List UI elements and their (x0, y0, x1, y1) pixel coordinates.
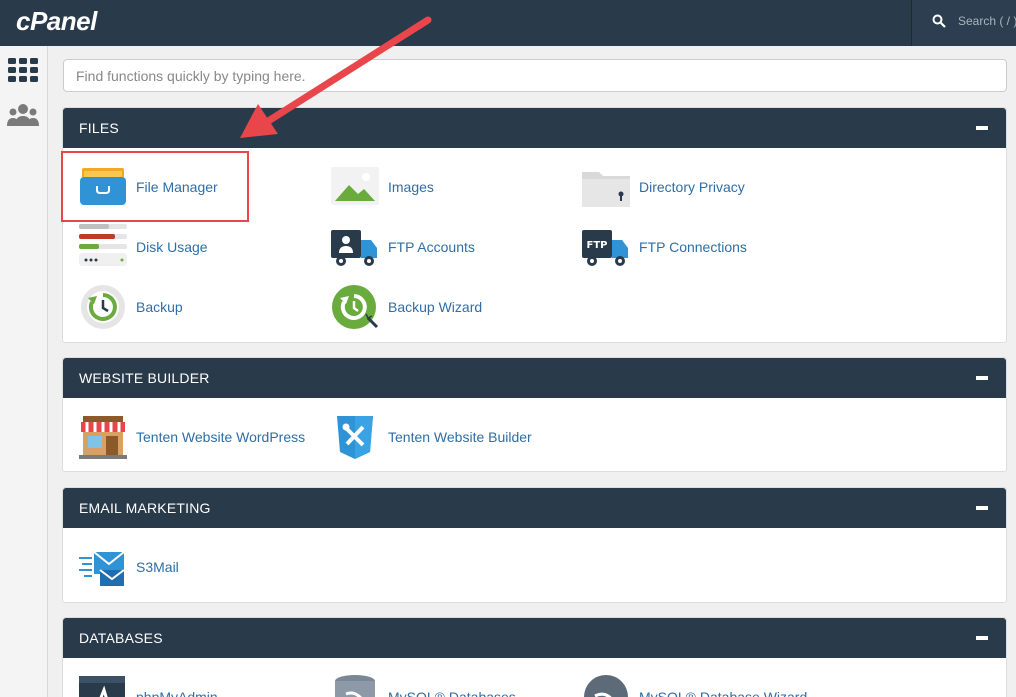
disk-usage-link[interactable]: Disk Usage (78, 223, 278, 273)
tenten-wordpress-link[interactable]: Tenten Website WordPress (78, 413, 328, 463)
directory-privacy-icon (582, 172, 630, 207)
header-search[interactable]: Search ( / ) (911, 0, 1016, 46)
backup-label: Backup (136, 299, 183, 315)
backup-link[interactable]: Backup (78, 283, 278, 333)
images-link[interactable]: Images (330, 163, 530, 213)
images-label: Images (388, 179, 434, 195)
svg-text:FTP: FTP (587, 240, 608, 251)
files-panel: FILES File Manager Images Directory Priv… (62, 107, 1007, 343)
phpmyadmin-label: phpMyAdmin (136, 689, 218, 697)
phpmyadmin-icon (79, 676, 125, 697)
ftp-accounts-label: FTP Accounts (388, 239, 475, 255)
s3mail-label: S3Mail (136, 559, 179, 575)
ftp-connections-icon: FTP (582, 230, 628, 266)
disk-usage-label: Disk Usage (136, 239, 208, 255)
grid-icon[interactable] (6, 54, 40, 88)
mysql-wizard-icon (584, 675, 628, 697)
main-content: FILES File Manager (48, 46, 1016, 697)
cpanel-logo[interactable]: cPanel (16, 6, 97, 37)
tools-shield-icon (337, 416, 373, 459)
ftp-accounts-icon (331, 230, 377, 266)
backup-wizard-link[interactable]: Backup Wizard (330, 283, 530, 333)
mail-icon (79, 551, 125, 586)
backup-wizard-label: Backup Wizard (388, 299, 483, 315)
tenten-wordpress-label: Tenten Website WordPress (136, 429, 306, 445)
search-icon (932, 14, 946, 28)
collapse-icon[interactable] (976, 636, 988, 640)
panel-title: FILES (79, 120, 119, 136)
collapse-icon[interactable] (976, 506, 988, 510)
top-bar: cPanel Search ( / ) (0, 0, 1016, 46)
collapse-icon[interactable] (976, 376, 988, 380)
s3mail-link[interactable]: S3Mail (78, 543, 278, 593)
mysql-wizard-link[interactable]: MySQL® Database Wizard (581, 673, 831, 697)
email-marketing-panel-header[interactable]: EMAIL MARKETING (63, 488, 1006, 528)
mysql-databases-link[interactable]: MySQL® Databases (330, 673, 550, 697)
email-marketing-panel: EMAIL MARKETING S3Mail (62, 487, 1007, 603)
disk-usage-icon (79, 224, 127, 266)
mysql-wizard-label: MySQL® Database Wizard (639, 689, 808, 697)
website-builder-panel: WEBSITE BUILDER Tenten Website WordPress (62, 357, 1007, 472)
annotation-highlight-box (61, 151, 249, 222)
ftp-connections-label: FTP Connections (639, 239, 747, 255)
website-builder-panel-header[interactable]: WEBSITE BUILDER (63, 358, 1006, 398)
panel-title: DATABASES (79, 630, 163, 646)
header-search-placeholder: Search ( / ) (958, 14, 1016, 28)
mysql-databases-label: MySQL® Databases (388, 689, 516, 697)
databases-panel-header[interactable]: DATABASES (63, 618, 1006, 658)
panel-title: EMAIL MARKETING (79, 500, 211, 516)
users-icon[interactable] (6, 100, 40, 134)
databases-panel: DATABASES phpMyAdmin MySQL® Databases My… (62, 617, 1007, 697)
directory-privacy-label: Directory Privacy (639, 179, 745, 195)
mysql-databases-icon (335, 675, 375, 697)
collapse-icon[interactable] (976, 126, 988, 130)
files-panel-header[interactable]: FILES (63, 108, 1006, 148)
storefront-icon (79, 416, 127, 459)
backup-wizard-icon (332, 285, 379, 329)
ftp-accounts-link[interactable]: FTP Accounts (330, 223, 530, 273)
backup-icon (81, 285, 125, 329)
sidebar (0, 46, 48, 697)
images-icon (331, 167, 379, 205)
directory-privacy-link[interactable]: Directory Privacy (581, 163, 781, 213)
tenten-builder-link[interactable]: Tenten Website Builder (330, 413, 580, 463)
quick-search-input[interactable] (63, 59, 1007, 92)
panel-title: WEBSITE BUILDER (79, 370, 210, 386)
phpmyadmin-link[interactable]: phpMyAdmin (78, 673, 278, 697)
tenten-builder-label: Tenten Website Builder (388, 429, 532, 445)
ftp-connections-link[interactable]: FTP FTP Connections (581, 223, 781, 273)
